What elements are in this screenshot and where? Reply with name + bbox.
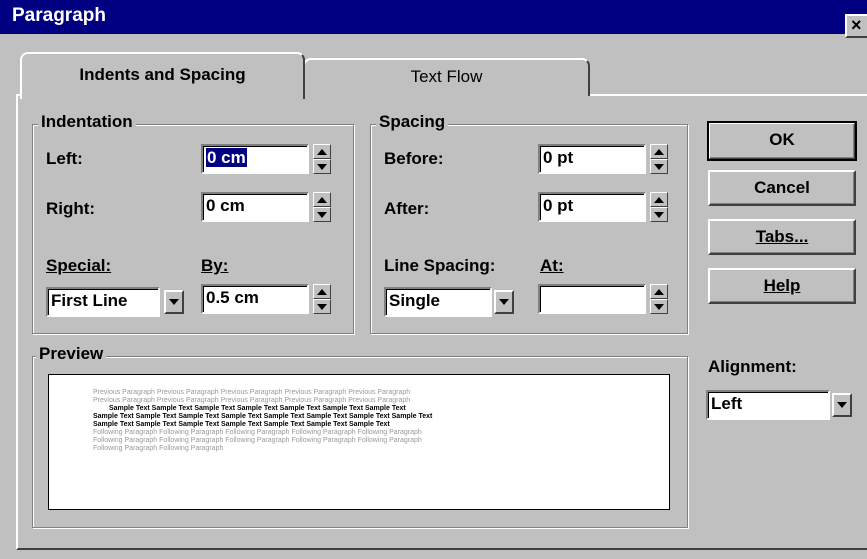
chevron-down-icon — [837, 402, 847, 408]
indentation-group-title: Indentation — [38, 112, 136, 132]
after-value: 0 pt — [543, 196, 574, 215]
after-input[interactable]: 0 pt — [538, 192, 646, 222]
preview-box: Previous Paragraph Previous Paragraph Pr… — [48, 374, 670, 510]
cancel-button[interactable]: Cancel — [708, 170, 856, 206]
at-spinner[interactable] — [650, 284, 668, 314]
by-label: By: — [201, 256, 229, 275]
at-label: At: — [540, 256, 564, 275]
spin-down-button[interactable] — [650, 299, 668, 314]
spin-down-button[interactable] — [650, 159, 668, 174]
preview-sample-line: Sample Text Sample Text Sample Text Samp… — [93, 421, 390, 428]
arrow-down-icon — [317, 304, 327, 310]
arrow-down-icon — [654, 304, 664, 310]
alignment-value: Left — [711, 394, 743, 413]
tab-text-flow[interactable]: Text Flow — [303, 58, 590, 96]
left-indent-spinner[interactable] — [313, 144, 331, 174]
by-value: 0.5 cm — [206, 288, 259, 307]
preview-following-line: Following Paragraph Following Paragraph — [93, 445, 224, 452]
tabs-label: Tabs... — [755, 227, 809, 246]
arrow-down-icon — [317, 164, 327, 170]
title-bar: Paragraph × — [0, 0, 867, 38]
special-select[interactable]: First Line — [46, 287, 160, 317]
chevron-down-icon — [499, 299, 509, 305]
preview-previous-line: Previous Paragraph Previous Paragraph Pr… — [93, 389, 411, 396]
preview-sample-line: Sample Text Sample Text Sample Text Samp… — [93, 413, 433, 420]
right-indent-value: 0 cm — [206, 196, 245, 215]
right-indent-input[interactable]: 0 cm — [201, 192, 309, 222]
before-input[interactable]: 0 pt — [538, 144, 646, 174]
tab-label: Indents and Spacing — [79, 65, 246, 84]
spin-up-button[interactable] — [650, 284, 668, 299]
line-spacing-value: Single — [389, 291, 441, 310]
special-select-value: First Line — [51, 291, 128, 310]
after-label: After: — [384, 199, 430, 218]
spin-up-button[interactable] — [313, 192, 331, 207]
special-label: Special: — [46, 256, 112, 275]
arrow-up-icon — [317, 289, 327, 295]
by-spinner[interactable] — [313, 284, 331, 314]
window-title: Paragraph — [12, 5, 106, 26]
arrow-up-icon — [317, 197, 327, 203]
before-label: Before: — [384, 149, 444, 168]
close-button[interactable]: × — [845, 14, 867, 38]
left-indent-value: 0 cm — [206, 148, 247, 167]
preview-sample-line: Sample Text Sample Text Sample Text Samp… — [109, 405, 406, 412]
arrow-down-icon — [654, 164, 664, 170]
arrow-up-icon — [654, 289, 664, 295]
cancel-label: Cancel — [754, 178, 810, 197]
arrow-down-icon — [654, 212, 664, 218]
right-indent-spinner[interactable] — [313, 192, 331, 222]
before-spinner[interactable] — [650, 144, 668, 174]
spin-up-button[interactable] — [650, 192, 668, 207]
arrow-up-icon — [317, 149, 327, 155]
preview-group-title: Preview — [36, 344, 107, 364]
tab-indents-and-spacing[interactable]: Indents and Spacing — [20, 52, 305, 99]
preview-following-line: Following Paragraph Following Paragraph … — [93, 429, 422, 436]
left-label: Left: — [46, 149, 83, 168]
by-input[interactable]: 0.5 cm — [201, 284, 309, 314]
spin-up-button[interactable] — [650, 144, 668, 159]
special-dropdown-button[interactable] — [164, 290, 184, 314]
chevron-down-icon — [169, 299, 179, 305]
close-icon: × — [851, 15, 862, 35]
left-indent-input[interactable]: 0 cm — [201, 144, 309, 174]
preview-following-line: Following Paragraph Following Paragraph … — [93, 437, 422, 444]
before-value: 0 pt — [543, 148, 574, 167]
preview-previous-line: Previous Paragraph Previous Paragraph Pr… — [93, 397, 411, 404]
at-input[interactable] — [538, 284, 646, 314]
right-label: Right: — [46, 199, 96, 218]
spin-down-button[interactable] — [313, 159, 331, 174]
ok-label: OK — [769, 130, 795, 149]
help-button[interactable]: Help — [708, 268, 856, 304]
spin-up-button[interactable] — [313, 144, 331, 159]
arrow-down-icon — [317, 212, 327, 218]
spin-down-button[interactable] — [313, 207, 331, 222]
line-spacing-dropdown-button[interactable] — [494, 290, 514, 314]
spacing-group-title: Spacing — [376, 112, 449, 132]
spin-down-button[interactable] — [313, 299, 331, 314]
ok-button[interactable]: OK — [707, 121, 857, 161]
tab-label: Text Flow — [410, 67, 483, 86]
arrow-up-icon — [654, 197, 664, 203]
preview-text: Previous Paragraph Previous Paragraph Pr… — [93, 389, 653, 499]
after-spinner[interactable] — [650, 192, 668, 222]
alignment-dropdown-button[interactable] — [832, 393, 852, 417]
tabs-button[interactable]: Tabs... — [708, 219, 856, 255]
line-spacing-select[interactable]: Single — [384, 287, 492, 317]
alignment-select[interactable]: Left — [706, 390, 830, 420]
line-spacing-label: Line Spacing: — [384, 256, 496, 275]
arrow-up-icon — [654, 149, 664, 155]
spin-up-button[interactable] — [313, 284, 331, 299]
alignment-label: Alignment: — [708, 357, 797, 376]
help-label: Help — [763, 276, 801, 295]
spin-down-button[interactable] — [650, 207, 668, 222]
